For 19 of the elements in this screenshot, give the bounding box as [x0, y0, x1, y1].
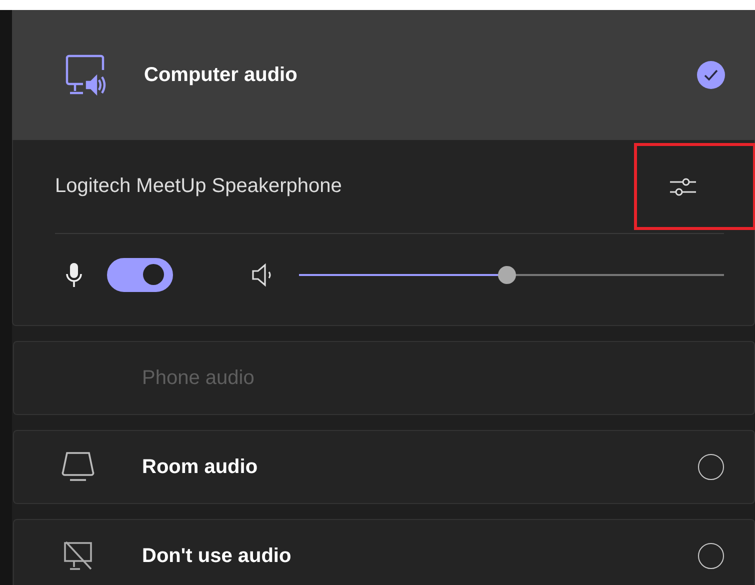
audio-option[interactable]: Room audio: [13, 430, 755, 504]
device-name: Logitech MeetUp Speakerphone: [55, 175, 342, 198]
option-label: Computer audio: [144, 64, 298, 86]
monitor-slash-icon: [62, 539, 94, 573]
audio-option[interactable]: Don't use audio: [13, 519, 755, 585]
microphone-toggle[interactable]: [107, 258, 173, 292]
option-label: Phone audio: [142, 366, 256, 390]
speaker-icon: [251, 262, 273, 288]
sliders-icon: [668, 176, 698, 198]
speakerphone-icon: [60, 450, 96, 484]
volume-slider[interactable]: [299, 266, 724, 284]
radio-button[interactable]: [698, 454, 724, 480]
slider-thumb[interactable]: [498, 266, 516, 284]
device-settings-button[interactable]: [634, 143, 755, 230]
microphone-icon: [65, 262, 83, 288]
option-label: Don't use audio: [142, 544, 292, 568]
audio-option[interactable]: Computer audio: [12, 10, 755, 140]
radio-button[interactable]: [698, 543, 724, 569]
option-label: Room audio: [142, 456, 259, 478]
